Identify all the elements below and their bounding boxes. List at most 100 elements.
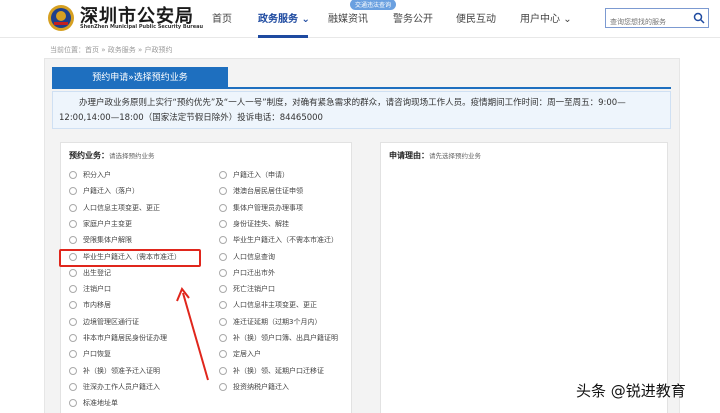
active-nav-indicator bbox=[258, 35, 308, 38]
business-option[interactable]: 家庭户户主变更 bbox=[69, 218, 132, 230]
breadcrumb: 当前位置：首页 » 政务服务 » 户政预约 bbox=[50, 46, 173, 54]
radio-button[interactable] bbox=[69, 399, 77, 408]
search-icon[interactable] bbox=[693, 12, 705, 24]
radio-button[interactable] bbox=[219, 171, 227, 179]
reason-box-title: 申请理由：请先选择预约业务 bbox=[389, 151, 481, 160]
business-option[interactable]: 市内移居 bbox=[69, 299, 111, 311]
business-option-label: 人口信息非主项变更、更正 bbox=[233, 301, 317, 310]
radio-button[interactable] bbox=[69, 317, 77, 326]
watermark: 头条 @锐进教育 bbox=[576, 382, 686, 400]
tab-appointment-apply[interactable]: 预约申请»选择预约业务 bbox=[52, 67, 228, 89]
radio-button[interactable] bbox=[69, 285, 77, 294]
business-box-title: 预约业务：请选择预约业务 bbox=[69, 151, 155, 160]
radio-button[interactable] bbox=[69, 301, 77, 310]
business-option-label: 准迁证延期（过期3个月内） bbox=[233, 317, 322, 326]
business-option-label: 积分入户 bbox=[83, 171, 111, 179]
radio-button[interactable] bbox=[69, 236, 77, 245]
reason-box: 申请理由：请先选择预约业务 bbox=[380, 142, 668, 413]
business-option[interactable]: 人口信息查询 bbox=[219, 251, 275, 263]
radio-button[interactable] bbox=[69, 382, 77, 391]
radio-button[interactable] bbox=[69, 219, 77, 228]
business-option-label: 港澳台居民居住证申领 bbox=[233, 187, 303, 196]
business-option[interactable]: 人口信息非主项变更、更正 bbox=[219, 299, 317, 311]
business-option-label: 死亡注销户口 bbox=[233, 285, 275, 294]
radio-button[interactable] bbox=[69, 187, 77, 196]
radio-button[interactable] bbox=[219, 187, 227, 196]
business-option-label: 身份证挂失、解挂 bbox=[233, 219, 289, 228]
business-option-label: 补（换）领、延期户口迁移证 bbox=[233, 366, 324, 375]
business-option[interactable]: 身份证挂失、解挂 bbox=[219, 218, 289, 230]
business-option[interactable]: 补（换）领户口簿、出具户籍证明 bbox=[219, 332, 338, 344]
radio-button[interactable] bbox=[219, 236, 227, 245]
business-option[interactable]: 港澳台居民居住证申领 bbox=[219, 185, 303, 197]
business-option[interactable]: 人口信息主项变更、更正 bbox=[69, 202, 160, 214]
business-option[interactable]: 标准地址单 bbox=[69, 397, 118, 409]
business-option[interactable]: 补（换）领准予迁入证明 bbox=[69, 365, 160, 377]
highlight-annotation bbox=[59, 249, 201, 267]
radio-button[interactable] bbox=[69, 366, 77, 375]
nav-gov-services[interactable]: 政务服务 ⌄ bbox=[258, 10, 310, 25]
business-option-label: 户籍迁入（申请） bbox=[233, 171, 289, 179]
business-option-label: 户口迁出市外 bbox=[233, 268, 275, 277]
business-option-label: 补（换）领户口簿、出具户籍证明 bbox=[233, 334, 338, 342]
business-option[interactable]: 户口迁出市外 bbox=[219, 267, 275, 279]
radio-button[interactable] bbox=[219, 317, 227, 326]
business-option[interactable]: 驻深办工作人员户籍迁入 bbox=[69, 381, 160, 393]
radio-button[interactable] bbox=[219, 382, 227, 391]
nav-media-news[interactable]: 融媒资讯 bbox=[328, 10, 368, 25]
business-option[interactable]: 定居入户 bbox=[219, 348, 261, 360]
business-option-label: 非本市户籍居民身份证办理 bbox=[83, 334, 167, 342]
search-input[interactable] bbox=[606, 13, 690, 31]
site-header: 深圳市公安局 ShenZhen Municipal Public Securit… bbox=[0, 0, 720, 38]
business-option-label: 标准地址单 bbox=[83, 399, 118, 408]
business-option[interactable]: 户籍迁入（落户） bbox=[69, 185, 139, 197]
site-subtitle: ShenZhen Municipal Public Security Burea… bbox=[80, 24, 204, 30]
arrow-annotation-icon bbox=[176, 287, 209, 381]
nav-user-center[interactable]: 用户中心 ⌄ bbox=[520, 10, 572, 25]
business-option[interactable]: 补（换）领、延期户口迁移证 bbox=[219, 365, 324, 377]
radio-button[interactable] bbox=[219, 219, 227, 228]
notice-line-1: 办理户政业务原则上实行“预约优先”及“一人一号”制度，对确有紧急需求的群众，请咨… bbox=[79, 98, 626, 108]
business-option-label: 户籍迁入（落户） bbox=[83, 187, 139, 196]
radio-button[interactable] bbox=[219, 203, 227, 212]
business-option[interactable]: 准迁证延期（过期3个月内） bbox=[219, 316, 321, 328]
nav-police-affairs[interactable]: 警务公开 bbox=[393, 10, 433, 25]
business-option[interactable]: 积分入户 bbox=[69, 169, 111, 181]
radio-button[interactable] bbox=[219, 350, 227, 359]
business-option[interactable]: 户口恢复 bbox=[69, 348, 111, 360]
business-option[interactable]: 死亡注销户口 bbox=[219, 283, 275, 295]
business-option-label: 集体户管理员办理事项 bbox=[233, 203, 303, 212]
business-option[interactable]: 边境管理区通行证 bbox=[69, 316, 139, 328]
radio-button[interactable] bbox=[219, 285, 227, 294]
business-option-label: 投资纳税户籍迁入 bbox=[233, 382, 289, 391]
business-option[interactable]: 投资纳税户籍迁入 bbox=[219, 381, 289, 393]
nav-public-interaction[interactable]: 便民互动 bbox=[456, 10, 496, 25]
traffic-violation-badge[interactable]: 交通违法查询 bbox=[350, 0, 397, 10]
police-emblem-icon[interactable] bbox=[46, 3, 76, 33]
business-option[interactable]: 注销户口 bbox=[69, 283, 111, 295]
business-option[interactable]: 户籍迁入（申请） bbox=[219, 169, 289, 181]
radio-button[interactable] bbox=[219, 366, 227, 375]
business-option[interactable]: 集体户管理员办理事项 bbox=[219, 202, 303, 214]
business-option-label: 注销户口 bbox=[83, 285, 111, 294]
business-option[interactable]: 出生登记 bbox=[69, 267, 111, 279]
radio-button[interactable] bbox=[69, 350, 77, 359]
business-option[interactable]: 非本市户籍居民身份证办理 bbox=[69, 332, 167, 344]
site-search bbox=[605, 8, 709, 31]
business-option-label: 补（换）领准予迁入证明 bbox=[83, 366, 160, 375]
business-option-label: 市内移居 bbox=[83, 301, 111, 310]
radio-button[interactable] bbox=[69, 203, 77, 212]
radio-button[interactable] bbox=[69, 171, 77, 179]
nav-home[interactable]: 首页 bbox=[212, 10, 232, 25]
radio-button[interactable] bbox=[69, 268, 77, 277]
radio-button[interactable] bbox=[219, 252, 227, 261]
business-option-label: 家庭户户主变更 bbox=[83, 219, 132, 228]
radio-button[interactable] bbox=[219, 301, 227, 310]
business-option[interactable]: 毕业生户籍迁入（不需本市准迁） bbox=[219, 234, 338, 246]
radio-button[interactable] bbox=[69, 334, 77, 342]
notice-line-2: 12:00,14:00—18:00（国家法定节假日除外）投诉电话：8446500… bbox=[59, 113, 323, 123]
business-option[interactable]: 受限集体户解限 bbox=[69, 234, 132, 246]
radio-button[interactable] bbox=[219, 334, 227, 342]
tab-bar: 预约申请»选择预约业务 bbox=[52, 67, 671, 89]
radio-button[interactable] bbox=[219, 268, 227, 277]
